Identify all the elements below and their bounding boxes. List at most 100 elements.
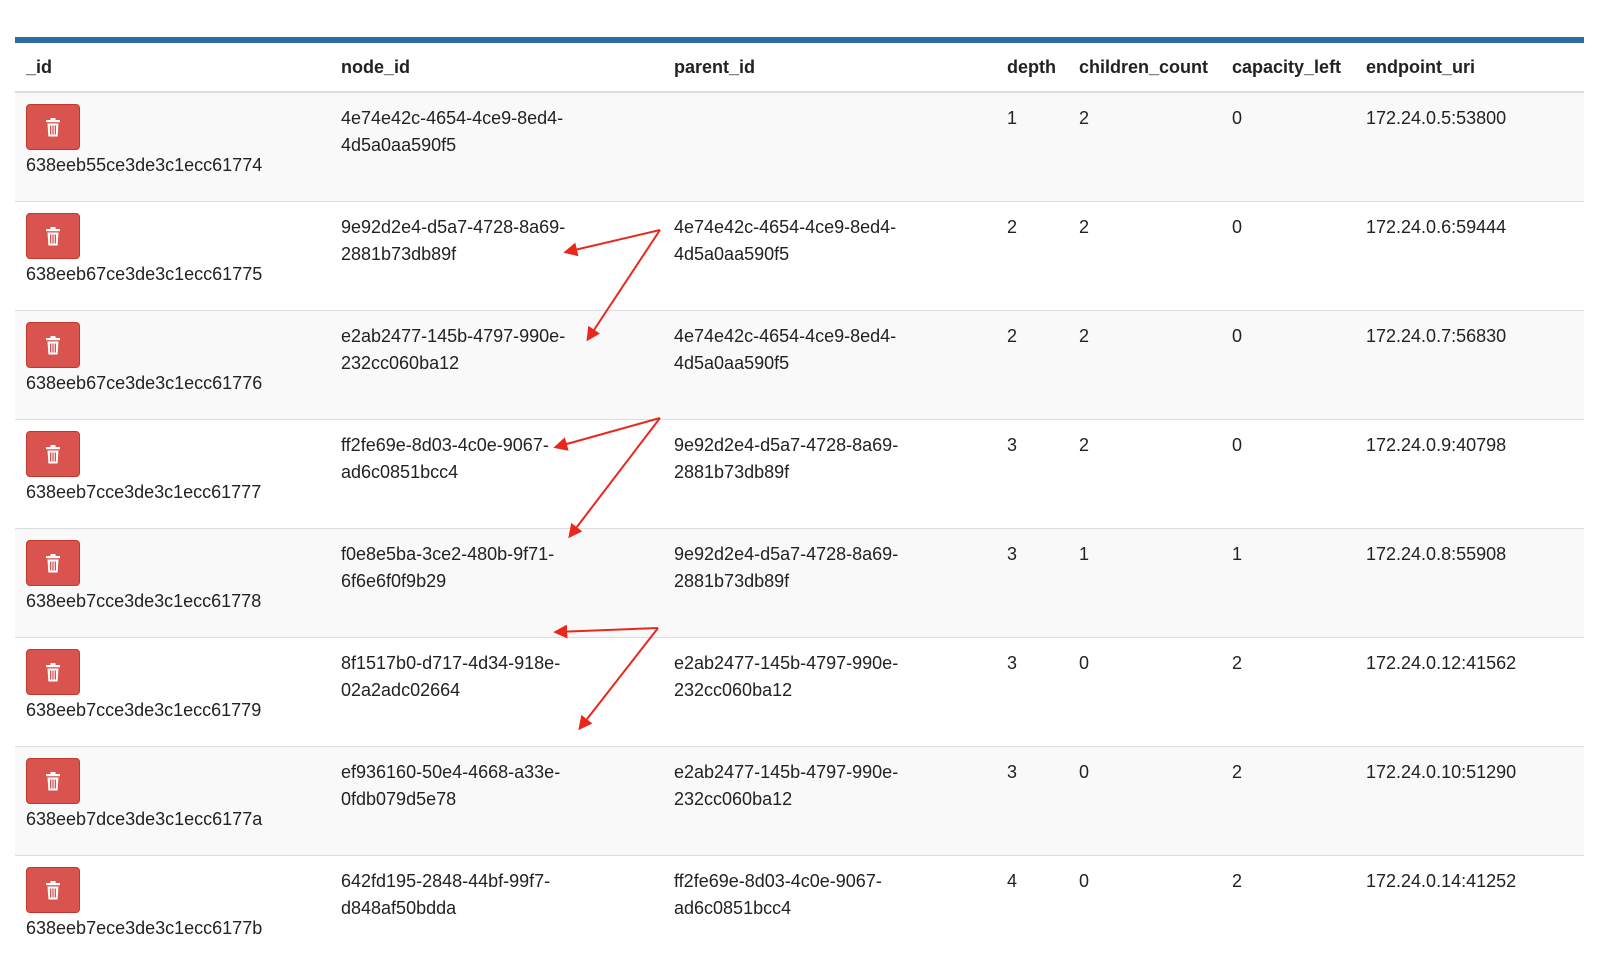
parent-id-line-2: 4d5a0aa590f5 [674, 244, 789, 264]
node-id-cell: 9e92d2e4-d5a7-4728-8a69- 2881b73db89f [330, 202, 663, 311]
depth-cell: 4 [996, 856, 1068, 964]
document-id: 638eeb7cce3de3c1ecc61777 [26, 479, 330, 506]
node-id-line-2: 2881b73db89f [341, 244, 456, 264]
capacity-left-cell: 0 [1221, 420, 1355, 529]
column-header-id: _id [15, 43, 330, 92]
parent-id-cell: e2ab2477-145b-4797-990e- 232cc060ba12 [663, 638, 996, 747]
parent-id-cell: ff2fe69e-8d03-4c0e-9067- ad6c0851bcc4 [663, 856, 996, 964]
delete-button[interactable] [26, 322, 80, 368]
document-id: 638eeb7dce3de3c1ecc6177a [26, 806, 330, 833]
capacity-left-cell: 2 [1221, 856, 1355, 964]
parent-id-line-2: 2881b73db89f [674, 571, 789, 591]
table-row: 638eeb7dce3de3c1ecc6177aef936160-50e4-46… [15, 747, 1584, 856]
trash-icon [45, 554, 61, 573]
table-body: 638eeb55ce3de3c1ecc61774 4e74e42c-4654-4c… [15, 92, 1584, 964]
parent-id-cell: 9e92d2e4-d5a7-4728-8a69- 2881b73db89f [663, 420, 996, 529]
parent-id-line-2: 232cc060ba12 [674, 680, 792, 700]
document-id: 638eeb67ce3de3c1ecc61776 [26, 370, 330, 397]
node-id-cell: f0e8e5ba-3ce2-480b-9f71-6f6e6f0f9b29 [330, 529, 663, 638]
node-id-line-2: 6f6e6f0f9b29 [341, 571, 446, 591]
endpoint-uri-cell: 172.24.0.6:59444 [1355, 202, 1584, 311]
document-id: 638eeb67ce3de3c1ecc61775 [26, 261, 330, 288]
trash-icon [45, 772, 61, 791]
children-count-cell: 1 [1068, 529, 1221, 638]
children-count-cell: 2 [1068, 420, 1221, 529]
node-id-line-1: ef936160-50e4-4668-a33e- [341, 762, 560, 782]
trash-icon [45, 881, 61, 900]
node-id-line-1: e2ab2477-145b-4797-990e- [341, 326, 565, 346]
column-header-capacity-left: capacity_left [1221, 43, 1355, 92]
capacity-left-cell: 1 [1221, 529, 1355, 638]
capacity-left-cell: 2 [1221, 638, 1355, 747]
column-header-node-id: node_id [330, 43, 663, 92]
node-id-line-1: 4e74e42c-4654-4ce9-8ed4- [341, 108, 563, 128]
delete-button[interactable] [26, 213, 80, 259]
parent-id-line-1: 9e92d2e4-d5a7-4728-8a69- [674, 544, 898, 564]
nodes-table: _idnode_idparent_iddepthchildren_countca… [15, 43, 1584, 964]
node-id-line-2: 232cc060ba12 [341, 353, 459, 373]
document-id: 638eeb7cce3de3c1ecc61778 [26, 588, 330, 615]
delete-button[interactable] [26, 104, 80, 150]
node-id-line-2: ad6c0851bcc4 [341, 462, 458, 482]
parent-id-line-1: 9e92d2e4-d5a7-4728-8a69- [674, 435, 898, 455]
parent-id-line-1: 4e74e42c-4654-4ce9-8ed4- [674, 217, 896, 237]
node-id-cell: 4e74e42c-4654-4ce9-8ed4-4d5a0aa590f5 [330, 92, 663, 202]
children-count-cell: 2 [1068, 92, 1221, 202]
node-id-cell: ef936160-50e4-4668-a33e- 0fdb079d5e78 [330, 747, 663, 856]
column-header-depth: depth [996, 43, 1068, 92]
parent-id-line-1: e2ab2477-145b-4797-990e- [674, 762, 898, 782]
table-row: 638eeb7ece3de3c1ecc6177b 642fd195-2848-44… [15, 856, 1584, 964]
document-id: 638eeb7ece3de3c1ecc6177b [26, 915, 330, 942]
children-count-cell: 2 [1068, 311, 1221, 420]
trash-icon [45, 336, 61, 355]
children-count-cell: 0 [1068, 638, 1221, 747]
parent-id-line-1: ff2fe69e-8d03-4c0e-9067- [674, 871, 882, 891]
parent-id-cell: 9e92d2e4-d5a7-4728-8a69- 2881b73db89f [663, 529, 996, 638]
delete-button[interactable] [26, 758, 80, 804]
table-row: 638eeb67ce3de3c1ecc617759e92d2e4-d5a7-47… [15, 202, 1584, 311]
table-row: 638eeb7cce3de3c1ecc61777ff2fe69e-8d03-4c… [15, 420, 1584, 529]
endpoint-uri-cell: 172.24.0.7:56830 [1355, 311, 1584, 420]
trash-icon [45, 227, 61, 246]
column-header-children-count: children_count [1068, 43, 1221, 92]
capacity-left-cell: 0 [1221, 202, 1355, 311]
document-id: 638eeb7cce3de3c1ecc61779 [26, 697, 330, 724]
depth-cell: 3 [996, 747, 1068, 856]
parent-id-line-1: 4e74e42c-4654-4ce9-8ed4- [674, 326, 896, 346]
table-row: 638eeb7cce3de3c1ecc617798f1517b0-d717-4d… [15, 638, 1584, 747]
document-id: 638eeb55ce3de3c1ecc61774 [26, 152, 330, 179]
node-id-line-2: d848af50bdda [341, 898, 456, 918]
node-id-line-1: 9e92d2e4-d5a7-4728-8a69- [341, 217, 565, 237]
delete-button[interactable] [26, 867, 80, 913]
delete-button[interactable] [26, 540, 80, 586]
parent-id-cell: 4e74e42c-4654-4ce9-8ed4- 4d5a0aa590f5 [663, 311, 996, 420]
parent-id-line-1: e2ab2477-145b-4797-990e- [674, 653, 898, 673]
table-row: 638eeb67ce3de3c1ecc61776 e2ab2477-145b-47… [15, 311, 1584, 420]
id-cell: 638eeb7cce3de3c1ecc61777 [15, 420, 330, 529]
id-cell: 638eeb67ce3de3c1ecc61775 [15, 202, 330, 311]
parent-id-line-2: 2881b73db89f [674, 462, 789, 482]
id-cell: 638eeb7dce3de3c1ecc6177a [15, 747, 330, 856]
delete-button[interactable] [26, 649, 80, 695]
parent-id-cell [663, 92, 996, 202]
id-cell: 638eeb67ce3de3c1ecc61776 [15, 311, 330, 420]
parent-id-cell: e2ab2477-145b-4797-990e-232cc060ba12 [663, 747, 996, 856]
column-header-parent-id: parent_id [663, 43, 996, 92]
id-cell: 638eeb55ce3de3c1ecc61774 [15, 92, 330, 202]
capacity-left-cell: 0 [1221, 311, 1355, 420]
parent-id-line-2: ad6c0851bcc4 [674, 898, 791, 918]
node-id-cell: ff2fe69e-8d03-4c0e-9067-ad6c0851bcc4 [330, 420, 663, 529]
id-cell: 638eeb7cce3de3c1ecc61779 [15, 638, 330, 747]
trash-icon [45, 663, 61, 682]
depth-cell: 3 [996, 529, 1068, 638]
node-id-line-2: 02a2adc02664 [341, 680, 460, 700]
delete-button[interactable] [26, 431, 80, 477]
depth-cell: 2 [996, 202, 1068, 311]
node-id-line-2: 0fdb079d5e78 [341, 789, 456, 809]
depth-cell: 3 [996, 638, 1068, 747]
parent-id-line-2: 4d5a0aa590f5 [674, 353, 789, 373]
node-id-line-1: 642fd195-2848-44bf-99f7- [341, 871, 550, 891]
id-cell: 638eeb7cce3de3c1ecc61778 [15, 529, 330, 638]
table-header-row: _idnode_idparent_iddepthchildren_countca… [15, 43, 1584, 92]
id-cell: 638eeb7ece3de3c1ecc6177b [15, 856, 330, 964]
